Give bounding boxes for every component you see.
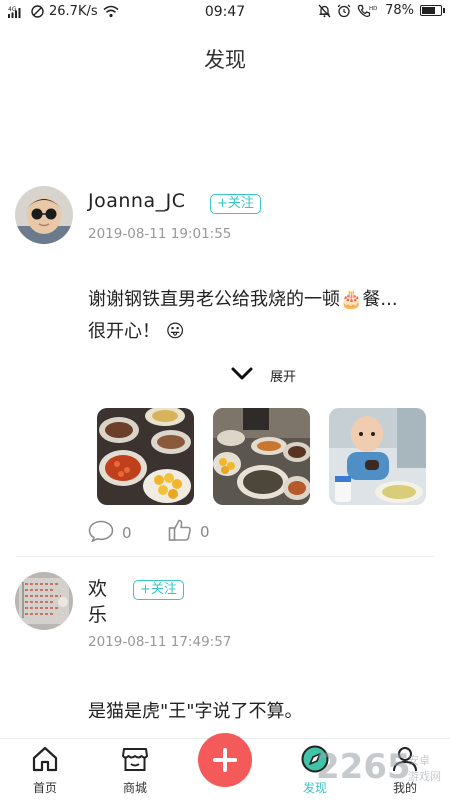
thumbs-up-icon — [168, 518, 192, 546]
post-timestamp: 2019-08-11 17:49:57 — [88, 634, 232, 650]
battery-level — [422, 7, 436, 14]
post-text: 是猫是虎"王"字说了不算。 — [88, 701, 303, 722]
follow-button[interactable]: +关注 — [210, 194, 261, 214]
store-icon — [121, 745, 149, 773]
comment-icon — [88, 520, 114, 546]
chevron-down-icon — [230, 367, 254, 385]
comment-count: 0 — [122, 524, 132, 542]
volte-icon: HD — [357, 4, 379, 18]
page-title: 发现 — [204, 48, 246, 72]
nav-shop[interactable]: 商城 — [100, 739, 170, 800]
avatar[interactable] — [15, 572, 73, 630]
nav-home[interactable]: 首页 — [10, 739, 80, 800]
status-bar: 4G 26.7K/s 09:47 HD 78% — [0, 0, 450, 24]
post-timestamp: 2019-08-11 19:01:55 — [88, 226, 232, 242]
like-count: 0 — [200, 523, 210, 541]
username[interactable]: Joanna_JC — [88, 190, 185, 212]
like-button[interactable]: 0 — [168, 518, 210, 546]
expand-button[interactable]: 展开 — [230, 366, 296, 385]
alarm-icon — [337, 4, 351, 18]
nav-label: 商城 — [122, 781, 147, 795]
post-divider — [16, 556, 434, 557]
nav-label: 首页 — [32, 781, 57, 795]
username-line[interactable]: 乐 — [88, 600, 108, 627]
follow-button[interactable]: +关注 — [133, 580, 184, 600]
post-photo[interactable] — [213, 408, 310, 505]
svg-text:HD: HD — [369, 6, 377, 12]
status-right: HD 78% — [318, 3, 445, 18]
watermark-logo: 2265 安卓 游戏网 — [300, 742, 450, 792]
add-post-button[interactable] — [198, 733, 252, 787]
username-line[interactable]: 欢 — [88, 574, 108, 601]
comment-button[interactable]: 0 — [88, 520, 132, 546]
post-photo[interactable] — [329, 408, 426, 505]
svg-text:安卓: 安卓 — [408, 753, 430, 767]
post-text-line: 很开心！ 😛 — [88, 321, 185, 342]
battery-icon — [420, 5, 445, 16]
avatar[interactable] — [15, 186, 73, 244]
post-text-line: 谢谢钢铁直男老公给我烧的一顿🎂餐... — [88, 289, 398, 310]
battery-percent: 78% — [385, 3, 414, 18]
expand-label: 展开 — [270, 370, 297, 385]
home-icon — [31, 745, 59, 773]
svg-text:2265: 2265 — [316, 747, 411, 787]
mute-bell-icon — [318, 4, 331, 18]
post-photo[interactable] — [97, 408, 194, 505]
svg-text:游戏网: 游戏网 — [408, 770, 441, 783]
